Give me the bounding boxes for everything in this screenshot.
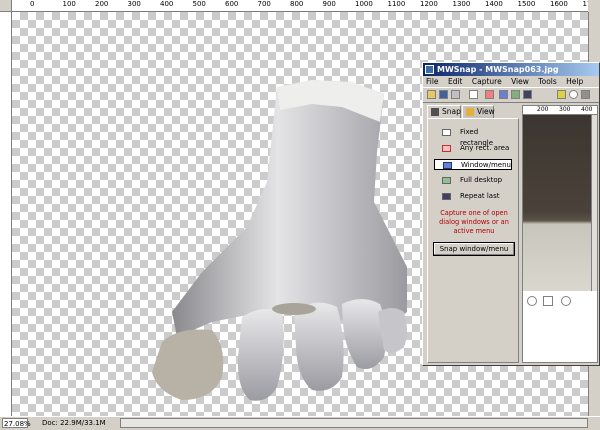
window-menu-icon — [443, 162, 452, 169]
snap-window-menu-button[interactable]: Snap window/menu — [433, 242, 515, 256]
ruler-label: 1100 — [387, 0, 406, 8]
save-icon[interactable] — [439, 90, 448, 99]
zoom-fit-icon[interactable] — [543, 296, 553, 306]
repeat-last-icon — [442, 193, 451, 200]
status-bar: 27.08% Doc: 22.9M/33.1M — [0, 416, 600, 430]
camera-icon — [431, 108, 439, 116]
option-window-menu[interactable]: Window/menu — [434, 159, 512, 170]
option-any-rect-area[interactable]: Any rect. area — [434, 143, 512, 154]
document-size: Doc: 22.9M/33.1M — [42, 419, 106, 427]
ruler-label: 600 — [225, 0, 239, 8]
vertical-ruler — [0, 12, 12, 416]
ruler-label: 500 — [192, 0, 206, 8]
window-title: MWSnap - MWSnap063.jpg — [437, 65, 559, 74]
preview-ruler-label: 300 — [559, 106, 571, 113]
ruler-label: 1000 — [355, 0, 373, 8]
preview-image — [523, 115, 591, 291]
ruler-tool-icon[interactable] — [557, 90, 566, 99]
ruler-label: 100 — [62, 0, 76, 8]
zoom-out-icon[interactable] — [561, 296, 571, 306]
tab-view-label: View — [477, 107, 495, 116]
preview-scrollbar[interactable] — [591, 115, 597, 291]
ruler-label: 1200 — [420, 0, 438, 8]
area-capture-icon[interactable] — [485, 90, 494, 99]
option-label: Any rect. area — [460, 144, 510, 152]
zoom-field[interactable]: 27.08% — [2, 418, 31, 428]
open-icon[interactable] — [427, 90, 436, 99]
menu-edit[interactable]: Edit — [448, 77, 463, 86]
print-icon[interactable] — [451, 90, 460, 99]
ruler-label: 300 — [127, 0, 141, 8]
preview-ruler: 200 300 400 — [523, 106, 597, 115]
option-label: Window/menu — [461, 161, 511, 169]
ruler-label: 1700 — [582, 0, 589, 8]
capture-hint: Capture one of open dialog windows or an… — [439, 209, 509, 235]
ruler-label: 700 — [257, 0, 271, 8]
ruler-label: 0 — [30, 0, 35, 8]
tab-view[interactable]: View — [462, 105, 495, 118]
ruler-corner — [0, 0, 12, 12]
menu-file[interactable]: File — [426, 77, 439, 86]
mwsnap-titlebar[interactable]: MWSnap - MWSnap063.jpg — [423, 63, 599, 76]
color-picker-icon[interactable] — [581, 90, 590, 99]
menubar: File Edit Capture View Tools Help — [423, 76, 599, 87]
desktop-capture-icon[interactable] — [511, 90, 520, 99]
option-label: Repeat last — [460, 192, 500, 200]
horizontal-scrollbar[interactable] — [120, 418, 588, 428]
tab-snap[interactable]: Snap — [427, 105, 461, 118]
ruler-label: 200 — [95, 0, 109, 8]
ruler-label: 1300 — [452, 0, 471, 8]
ruler-label: 1500 — [517, 0, 536, 8]
rectangle-capture-icon[interactable] — [469, 90, 478, 99]
preview-pane[interactable]: 200 300 400 — [522, 105, 598, 363]
ruler-label: 400 — [160, 0, 174, 8]
ruler-label: 900 — [322, 0, 336, 8]
preview-ruler-label: 200 — [537, 106, 549, 113]
toolbar — [423, 87, 599, 103]
ruler-label: 800 — [290, 0, 304, 8]
menu-tools[interactable]: Tools — [538, 77, 556, 86]
option-label: Full desktop — [460, 176, 503, 184]
ruler-label: 1600 — [550, 0, 568, 8]
preview-ruler-label: 400 — [581, 106, 593, 113]
menu-help[interactable]: Help — [566, 77, 583, 86]
folder-image-icon — [466, 108, 474, 116]
window-capture-icon[interactable] — [499, 90, 508, 99]
mwsnap-app-icon — [425, 65, 434, 74]
ruler-label: 1400 — [485, 0, 503, 8]
option-fixed-rectangle[interactable]: Fixed rectangle — [434, 127, 512, 147]
menu-view[interactable]: View — [511, 77, 529, 86]
tab-snap-label: Snap — [442, 107, 461, 116]
snap-panel: Fixed rectangle Any rect. area Window/me… — [427, 118, 519, 363]
menu-capture[interactable]: Capture — [472, 77, 502, 86]
full-desktop-icon — [442, 177, 451, 184]
zoom-in-icon[interactable] — [527, 296, 537, 306]
repeat-capture-icon[interactable] — [523, 90, 532, 99]
option-full-desktop[interactable]: Full desktop — [434, 175, 512, 186]
mwsnap-window[interactable]: MWSnap - MWSnap063.jpg File Edit Capture… — [422, 62, 600, 366]
any-rect-area-icon — [442, 145, 451, 152]
option-repeat-last[interactable]: Repeat last — [434, 191, 512, 202]
magnifier-icon[interactable] — [569, 90, 578, 99]
fixed-rectangle-icon — [442, 129, 451, 136]
horizontal-ruler: 0 100 200 300 400 500 600 700 800 900 1000 1100 1200… — [12, 0, 588, 12]
